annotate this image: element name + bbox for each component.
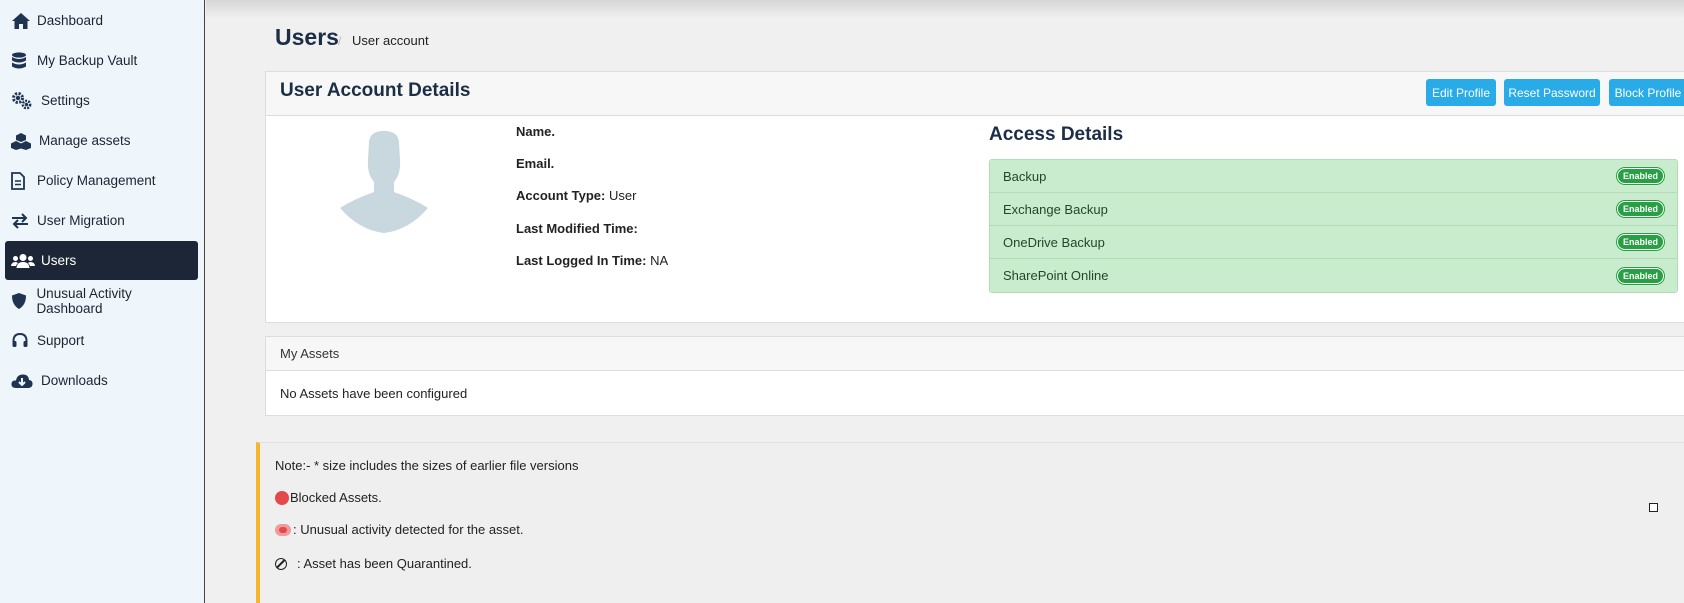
account-type-field: Account Type: User [516, 188, 636, 203]
sidebar-item-unusual-activity-dashboard[interactable]: Unusual Activity Dashboard [5, 281, 198, 320]
access-item-label: OneDrive Backup [1003, 234, 1105, 250]
legend-unusual-activity: : Unusual activity detected for the asse… [275, 522, 524, 537]
avatar [339, 130, 429, 234]
last-logged-in-field: Last Logged In Time: NA [516, 253, 668, 268]
breadcrumb[interactable]: User account [352, 33, 429, 48]
field-value: NA [650, 253, 669, 268]
sidebar-item-support[interactable]: Support [5, 321, 198, 360]
field-label: Account Type: [516, 188, 606, 203]
field-label: Last Logged In Time: [516, 253, 647, 268]
legend-note-panel: Note:- * size includes the sizes of earl… [256, 442, 1684, 603]
sidebar-item-label: Settings [41, 93, 90, 108]
user-account-card: User Account Details Edit Profile Reset … [265, 71, 1684, 323]
cloud-download-icon [11, 371, 41, 391]
my-assets-card: My Assets No Assets have been configured [265, 336, 1684, 416]
sidebar-item-label: My Backup Vault [37, 53, 138, 68]
sidebar: Dashboard My Backup Vault Settings Manag… [0, 0, 205, 603]
sidebar-item-label: Policy Management [37, 173, 156, 188]
sidebar-item-users[interactable]: Users [5, 241, 198, 280]
sidebar-item-label: Users [41, 253, 77, 268]
note-line: Note:- * size includes the sizes of earl… [275, 458, 579, 473]
shield-icon [11, 291, 36, 311]
boxes-icon [11, 131, 39, 151]
status-badge: Enabled [1616, 168, 1664, 184]
headset-icon [11, 331, 37, 351]
sidebar-item-label: Manage assets [39, 133, 131, 148]
field-value: User [608, 188, 637, 203]
document-icon [11, 171, 37, 191]
last-modified-field: Last Modified Time: [516, 221, 638, 236]
edit-profile-button[interactable]: Edit Profile [1426, 79, 1496, 106]
block-profile-button[interactable]: Block Profile [1609, 79, 1684, 106]
sidebar-item-dashboard[interactable]: Dashboard [5, 1, 198, 40]
name-field: Name. [516, 124, 555, 139]
sidebar-item-downloads[interactable]: Downloads [5, 361, 198, 400]
users-icon [11, 251, 41, 271]
email-field: Email. [516, 156, 554, 171]
quarantine-icon [275, 557, 287, 570]
legend-label: : Asset has been Quarantined. [297, 556, 472, 571]
legend-blocked: Blocked Assets. [275, 490, 382, 505]
sidebar-item-user-migration[interactable]: User Migration [5, 201, 198, 240]
breadcrumb-separator: / [338, 34, 342, 48]
card-header: User Account Details Edit Profile Reset … [266, 72, 1684, 116]
sidebar-item-policy-management[interactable]: Policy Management [5, 161, 198, 200]
page-title: Users [275, 24, 339, 50]
unusual-activity-dot-icon [275, 523, 291, 536]
sidebar-item-settings[interactable]: Settings [5, 81, 198, 120]
access-details-list: Backup Enabled Exchange Backup Enabled One… [989, 159, 1678, 293]
top-shadow [206, 0, 1684, 18]
access-item-backup: Backup Enabled [990, 160, 1677, 193]
home-icon [11, 11, 37, 31]
status-badge: Enabled [1616, 234, 1664, 250]
access-item-sharepoint-online: SharePoint Online Enabled [990, 259, 1677, 292]
field-label: Last Modified Time: [516, 221, 638, 236]
card-title: User Account Details [280, 80, 471, 101]
sidebar-item-manage-assets[interactable]: Manage assets [5, 121, 198, 160]
sidebar-item-label: Downloads [41, 373, 108, 388]
status-badge: Enabled [1616, 201, 1664, 217]
note-text: Note:- * size includes the sizes of earl… [275, 458, 578, 473]
exchange-arrows-icon [11, 211, 37, 231]
reset-password-button[interactable]: Reset Password [1504, 79, 1600, 106]
sidebar-item-label: User Migration [37, 213, 125, 228]
gears-icon [11, 91, 41, 111]
access-item-onedrive-backup: OneDrive Backup Enabled [990, 226, 1677, 259]
access-item-label: SharePoint Online [1003, 268, 1109, 283]
my-assets-title: My Assets [266, 337, 1684, 371]
legend-label: Blocked Assets. [290, 490, 382, 505]
legend-quarantined: : Asset has been Quarantined. [275, 556, 472, 571]
blocked-dot-icon [275, 490, 289, 505]
status-badge: Enabled [1616, 267, 1664, 284]
sidebar-item-label: Dashboard [37, 13, 104, 28]
access-item-label: Exchange Backup [1003, 201, 1108, 217]
access-item-exchange-backup: Exchange Backup Enabled [990, 193, 1677, 226]
access-details-title: Access Details [989, 124, 1124, 145]
sidebar-item-label: Unusual Activity Dashboard [36, 285, 132, 316]
field-label: Name. [516, 124, 556, 139]
access-item-label: Backup [1003, 168, 1047, 184]
my-assets-empty-message: No Assets have been configured [280, 386, 468, 401]
field-label: Email. [516, 156, 555, 171]
sidebar-item-my-backup-vault[interactable]: My Backup Vault [5, 41, 198, 80]
sidebar-item-label: Support [37, 333, 85, 348]
checkbox[interactable] [1649, 503, 1658, 512]
legend-label: : Unusual activity detected for the asse… [293, 522, 524, 537]
database-icon [11, 51, 37, 71]
